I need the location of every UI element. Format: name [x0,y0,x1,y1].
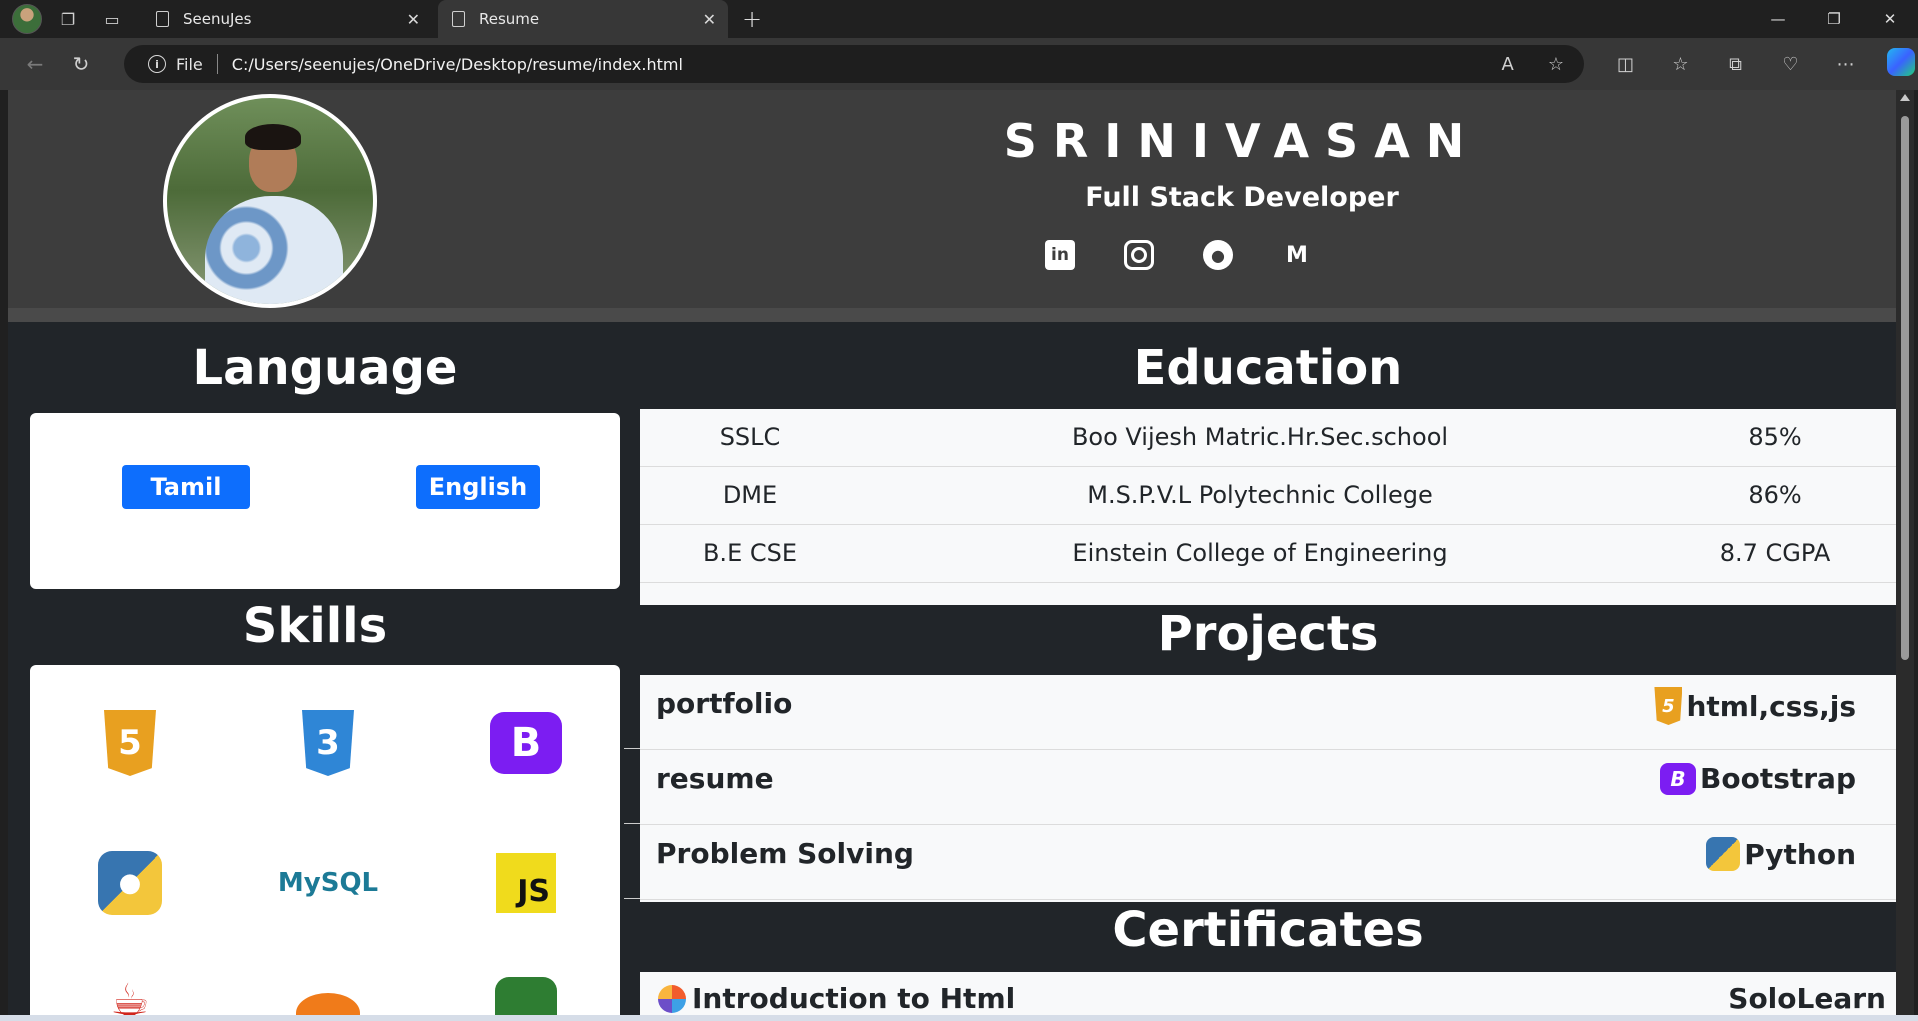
tab-resume[interactable]: Resume ✕ [438,0,728,38]
mongodb-icon [495,977,557,1015]
profile-avatar[interactable] [12,4,42,34]
edu-institution: M.S.P.V.L Polytechnic College [1087,481,1433,509]
browser-essentials-icon[interactable]: ♡ [1763,54,1818,75]
url-text[interactable]: C:/Users/seenujes/OneDrive/Desktop/resum… [232,55,683,74]
window-bottom-edge [0,1015,1918,1021]
close-tab-icon[interactable]: ✕ [407,10,420,29]
divider [624,898,640,899]
close-tab-icon[interactable]: ✕ [703,10,716,29]
table-row: B.E CSE Einstein College of Engineering … [640,525,1896,583]
education-table: SSLC Boo Vijesh Matric.Hr.Sec.school 85%… [640,409,1896,605]
mysql-icon: MySQL [277,868,379,898]
workspaces-icon[interactable]: ❐ [50,4,86,34]
certificates-list: Introduction to Html SoloLearn [640,972,1896,1015]
new-tab-button[interactable]: + [742,5,762,33]
address-toolbar: ← ↻ i File C:/Users/seenujes/OneDrive/De… [0,38,1918,90]
language-english-button[interactable]: English [416,465,540,509]
tab-title: Resume [479,10,540,28]
social-links: in ● M [1045,240,1312,270]
edu-institution: Einstein College of Engineering [1072,539,1448,567]
minimize-icon[interactable]: — [1750,0,1806,38]
tab-actions-icon[interactable]: ▭ [94,4,130,34]
java-icon: ☕ [110,974,150,1016]
back-arrow-icon[interactable]: ← [14,44,56,84]
divider [624,823,640,824]
python-icon: ● [98,851,162,915]
profile-header: SRINIVASAN Full Stack Developer in ● M [8,90,1896,322]
language-card: Tamil English [30,413,620,589]
vertical-scrollbar[interactable] [1896,90,1914,1015]
close-window-icon[interactable]: ✕ [1862,0,1918,38]
project-name: Problem Solving [656,837,914,870]
bootstrap-icon: B [1660,762,1696,795]
language-tamil-button[interactable]: Tamil [122,465,250,509]
skills-heading: Skills [242,598,388,654]
split-screen-icon[interactable]: ◫ [1598,54,1653,75]
language-heading: Language [192,340,458,396]
edu-institution: Boo Vijesh Matric.Hr.Sec.school [1071,423,1449,451]
edu-score: 8.7 CGPA [1719,539,1831,567]
restore-icon[interactable]: ❐ [1806,0,1862,38]
divider [216,54,218,74]
table-row: SSLC Boo Vijesh Matric.Hr.Sec.school 85% [640,409,1896,467]
project-tech: Python [1706,837,1856,871]
edu-level: B.E CSE [702,539,798,567]
project-tech: 5 html,css,js [1654,687,1856,725]
copilot-icon[interactable] [1873,47,1918,81]
person-name: SRINIVASAN [1003,114,1481,168]
project-name: portfolio [656,687,793,720]
bootstrap-icon: B [490,712,562,774]
certificates-heading: Certificates [1112,902,1424,958]
certificate-name: Introduction to Html [658,982,1015,1015]
github-icon[interactable]: ● [1203,240,1233,270]
person-role: Full Stack Developer [1085,182,1399,213]
html5-icon: 5 [1654,687,1683,725]
tab-title: SeenuJes [183,10,252,28]
scheme-label: File [176,54,203,74]
projects-list: portfolio 5 html,css,js resume B Bootstrap… [640,675,1896,902]
edu-score: 86% [1748,481,1802,509]
education-heading: Education [1133,340,1403,396]
skills-card: 5 3 B ● MySQL JS ☕ [30,665,620,1015]
favorite-star-icon[interactable]: ☆ [1548,54,1564,75]
table-row: DME M.S.P.V.L Polytechnic College 86% [640,467,1896,525]
certificate-issuer: SoloLearn [1728,982,1886,1015]
page-icon [156,11,169,27]
browser-tab-bar: ❐ ▭ SeenuJes ✕ Resume ✕ + — ❐ ✕ [0,0,1918,38]
gmail-icon[interactable]: M [1282,240,1312,270]
site-info-icon[interactable]: i [148,55,166,73]
scrollbar-thumb[interactable] [1901,116,1909,660]
blender-icon [296,993,360,1015]
css3-icon: 3 [302,710,354,776]
project-name: resume [656,762,774,795]
list-item: Problem Solving Python [640,825,1896,900]
edu-level: DME [722,481,778,509]
python-icon [1706,837,1741,871]
page-viewport: SRINIVASAN Full Stack Developer in ● M L… [8,90,1896,1015]
tab-seenujes[interactable]: SeenuJes ✕ [142,0,432,38]
edu-score: 85% [1748,423,1802,451]
page-icon [452,11,465,27]
more-menu-icon[interactable]: ⋯ [1818,54,1873,75]
projects-heading: Projects [1157,606,1379,662]
window-controls: — ❐ ✕ [1750,0,1918,38]
list-item: resume B Bootstrap [640,750,1896,825]
collections-icon[interactable]: ⧉ [1708,54,1763,75]
divider [624,748,640,749]
sololearn-icon [658,984,686,1013]
list-item: portfolio 5 html,css,js [640,675,1896,750]
project-tech: B Bootstrap [1660,762,1856,795]
linkedin-icon[interactable]: in [1045,240,1075,270]
read-aloud-icon[interactable]: A [1502,54,1514,75]
javascript-icon: JS [496,853,556,913]
favorites-icon[interactable]: ☆ [1653,54,1708,75]
instagram-icon[interactable] [1124,240,1154,270]
scroll-up-icon[interactable] [1900,94,1910,101]
address-bar[interactable]: i File C:/Users/seenujes/OneDrive/Deskto… [124,45,1584,83]
refresh-icon[interactable]: ↻ [60,44,102,84]
html5-icon: 5 [104,710,156,776]
edu-level: SSLC [719,423,781,451]
